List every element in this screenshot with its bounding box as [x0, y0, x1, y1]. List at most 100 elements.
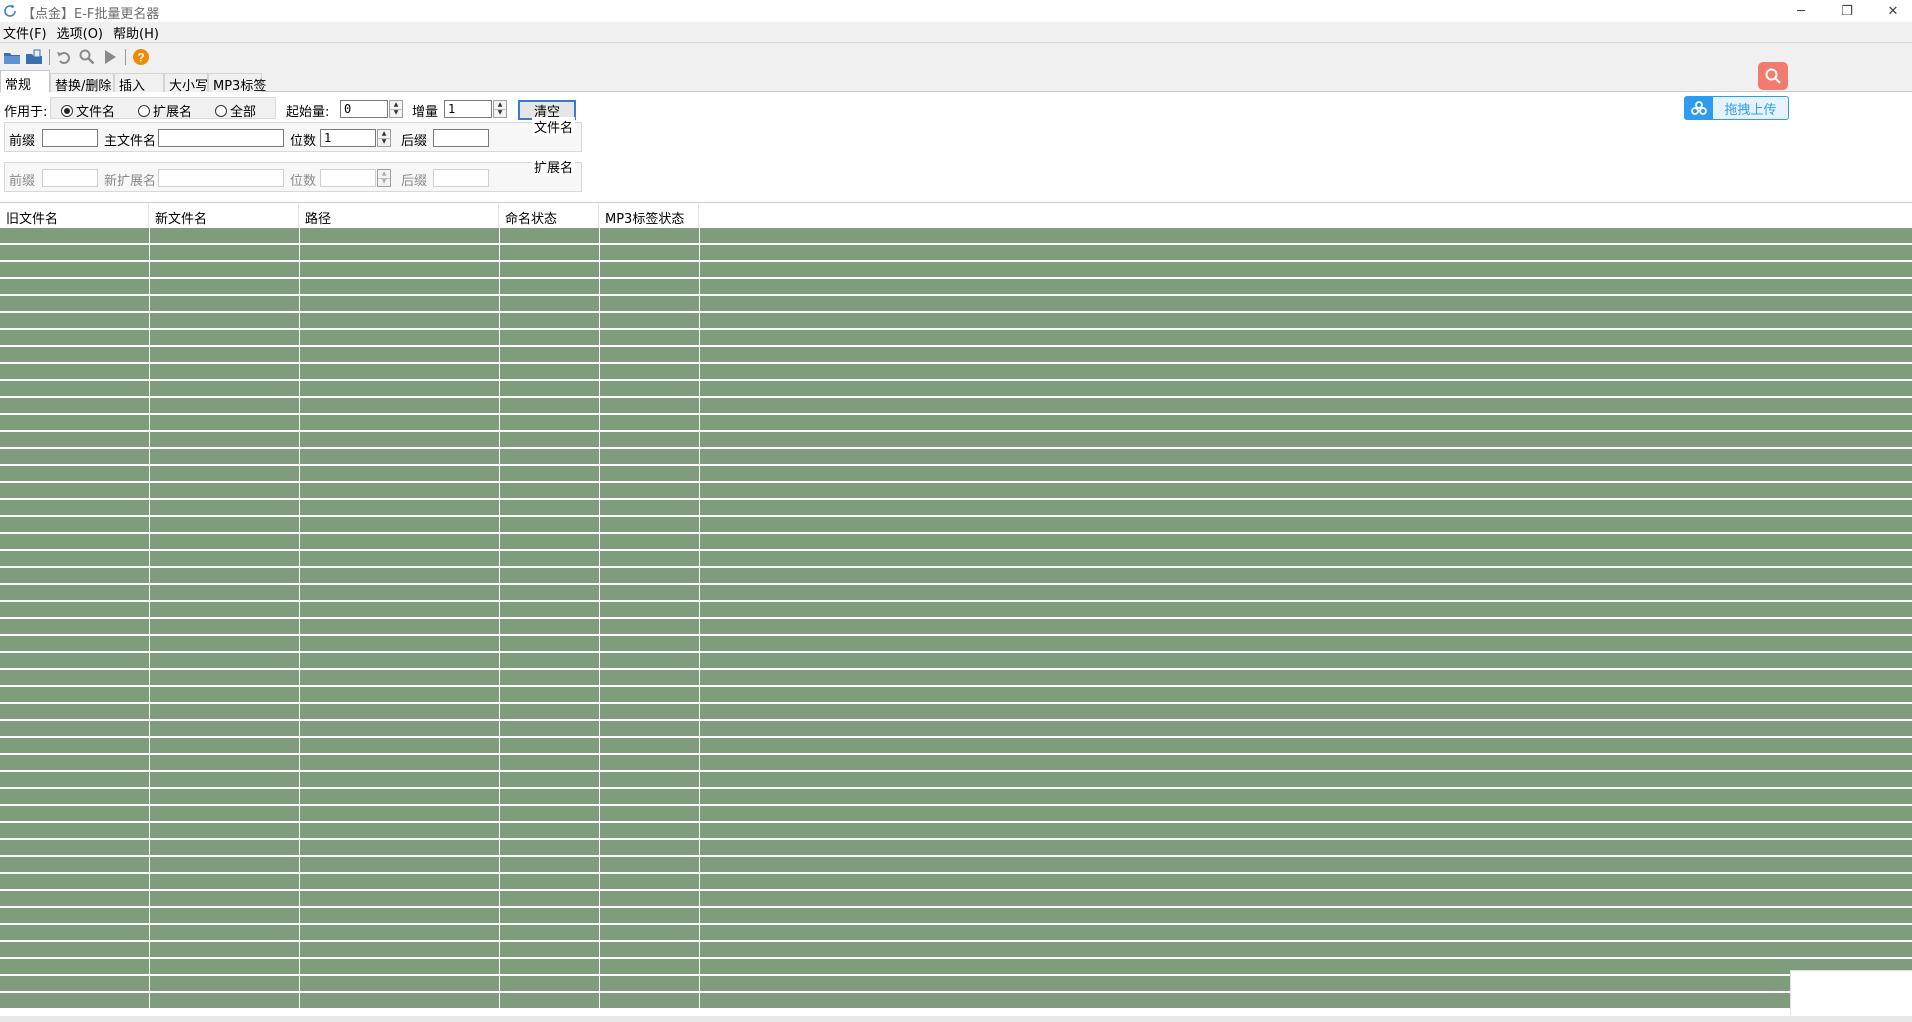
table-row[interactable]: [0, 619, 1912, 634]
increment-spinner[interactable]: ▲ ▼: [493, 100, 507, 118]
table-row[interactable]: [0, 347, 1912, 362]
tab-case[interactable]: 大小写: [164, 73, 208, 94]
column-header-new-name[interactable]: 新文件名: [149, 203, 299, 229]
open-files-icon[interactable]: [25, 48, 43, 66]
table-row[interactable]: [0, 330, 1912, 345]
search-icon[interactable]: [78, 48, 96, 66]
column-header-rename-status[interactable]: 命名状态: [499, 203, 599, 229]
main-filename-input[interactable]: [158, 129, 284, 147]
ext-prefix-input[interactable]: [42, 169, 98, 187]
general-options-panel: 作用于: 文件名 扩展名 全部 起始量: 0 ▲ ▼ 增量 1 ▲ ▼ 清空 文件名…: [0, 92, 1912, 200]
table-row[interactable]: [0, 568, 1912, 583]
help-icon[interactable]: ?: [132, 48, 150, 66]
table-row[interactable]: [0, 755, 1912, 770]
column-divider: [299, 228, 300, 1022]
table-row[interactable]: [0, 602, 1912, 617]
table-row[interactable]: [0, 738, 1912, 753]
menu-options[interactable]: 选项(O): [54, 23, 106, 42]
radio-all[interactable]: 全部: [215, 101, 256, 120]
table-row[interactable]: [0, 959, 1912, 974]
drag-upload-button[interactable]: 拖拽上传: [1684, 96, 1789, 120]
ext-digits-spinner[interactable]: ▲ ▼: [377, 169, 391, 187]
table-row[interactable]: [0, 398, 1912, 413]
close-button[interactable]: ✕: [1870, 0, 1912, 22]
table-row[interactable]: [0, 670, 1912, 685]
menu-file[interactable]: 文件(F): [0, 23, 50, 42]
start-spinner[interactable]: ▲ ▼: [389, 100, 403, 118]
radio-all-label: 全部: [230, 105, 257, 120]
table-row[interactable]: [0, 636, 1912, 651]
maximize-button[interactable]: ❐: [1824, 0, 1870, 22]
table-row[interactable]: [0, 296, 1912, 311]
table-row[interactable]: [0, 823, 1912, 838]
table-row[interactable]: [0, 432, 1912, 447]
table-row[interactable]: [0, 874, 1912, 889]
table-row[interactable]: [0, 806, 1912, 821]
column-header-old-name[interactable]: 旧文件名: [0, 203, 149, 229]
status-strip: [0, 1016, 1912, 1022]
table-row[interactable]: [0, 925, 1912, 940]
digits-label: 位数: [290, 134, 317, 149]
table-row[interactable]: [0, 500, 1912, 515]
spin-up-icon: ▲: [390, 101, 402, 110]
table-row[interactable]: [0, 687, 1912, 702]
toolbar-separator: [125, 49, 126, 65]
start-input[interactable]: 0: [340, 100, 388, 118]
table-row[interactable]: [0, 653, 1912, 668]
table-row[interactable]: [0, 976, 1912, 991]
ext-suffix-input[interactable]: [433, 169, 489, 187]
tab-insert[interactable]: 插入: [114, 73, 164, 94]
radio-extension[interactable]: 扩展名: [138, 101, 192, 120]
table-row[interactable]: [0, 483, 1912, 498]
radio-filename[interactable]: 文件名: [61, 101, 115, 120]
run-icon[interactable]: [101, 48, 119, 66]
table-row[interactable]: [0, 364, 1912, 379]
table-row[interactable]: [0, 789, 1912, 804]
minimize-button[interactable]: ─: [1778, 0, 1824, 22]
menu-help[interactable]: 帮助(H): [110, 23, 162, 42]
table-row[interactable]: [0, 840, 1912, 855]
table-row[interactable]: [0, 891, 1912, 906]
table-row[interactable]: [0, 534, 1912, 549]
tab-general[interactable]: 常规: [0, 70, 50, 93]
table-row[interactable]: [0, 551, 1912, 566]
table-row[interactable]: [0, 449, 1912, 464]
spin-down-icon: ▼: [497, 109, 503, 117]
digits-input[interactable]: 1: [320, 129, 376, 147]
digits-spinner[interactable]: ▲ ▼: [377, 129, 391, 147]
open-folder-icon[interactable]: [3, 48, 21, 66]
table-row[interactable]: [0, 857, 1912, 872]
column-header-path[interactable]: 路径: [299, 203, 499, 229]
new-extension-label: 新扩展名: [104, 174, 157, 189]
table-row[interactable]: [0, 517, 1912, 532]
tab-replace-delete[interactable]: 替换/删除: [50, 73, 114, 94]
table-row[interactable]: [0, 381, 1912, 396]
table-row[interactable]: [0, 262, 1912, 277]
prefix-input[interactable]: [42, 129, 98, 147]
increment-input[interactable]: 1: [444, 100, 492, 118]
new-extension-input[interactable]: [158, 169, 284, 187]
table-row[interactable]: [0, 908, 1912, 923]
tab-mp3-tags[interactable]: MP3标签: [208, 73, 266, 94]
table-row[interactable]: [0, 228, 1912, 243]
undo-icon[interactable]: [55, 48, 73, 66]
table-row[interactable]: [0, 279, 1912, 294]
floating-search-button[interactable]: [1758, 62, 1788, 90]
ext-digits-input[interactable]: [320, 169, 376, 187]
table-row[interactable]: [0, 245, 1912, 260]
filename-group: 文件名 前缀 主文件名 位数 1 ▲ ▼ 后缀: [4, 117, 582, 152]
table-row[interactable]: [0, 313, 1912, 328]
table-row[interactable]: [0, 772, 1912, 787]
table-row[interactable]: [0, 466, 1912, 481]
table-row[interactable]: [0, 993, 1912, 1008]
table-row[interactable]: [0, 721, 1912, 736]
extension-group-title: 扩展名: [531, 157, 575, 176]
column-header-mp3-status[interactable]: MP3标签状态: [599, 203, 699, 229]
suffix-input[interactable]: [433, 129, 489, 147]
table-row[interactable]: [0, 585, 1912, 600]
table-row[interactable]: [0, 942, 1912, 957]
table-row[interactable]: [0, 415, 1912, 430]
table-row[interactable]: [0, 704, 1912, 719]
table-body[interactable]: [0, 228, 1912, 1022]
spin-up-icon: ▲: [494, 101, 506, 110]
